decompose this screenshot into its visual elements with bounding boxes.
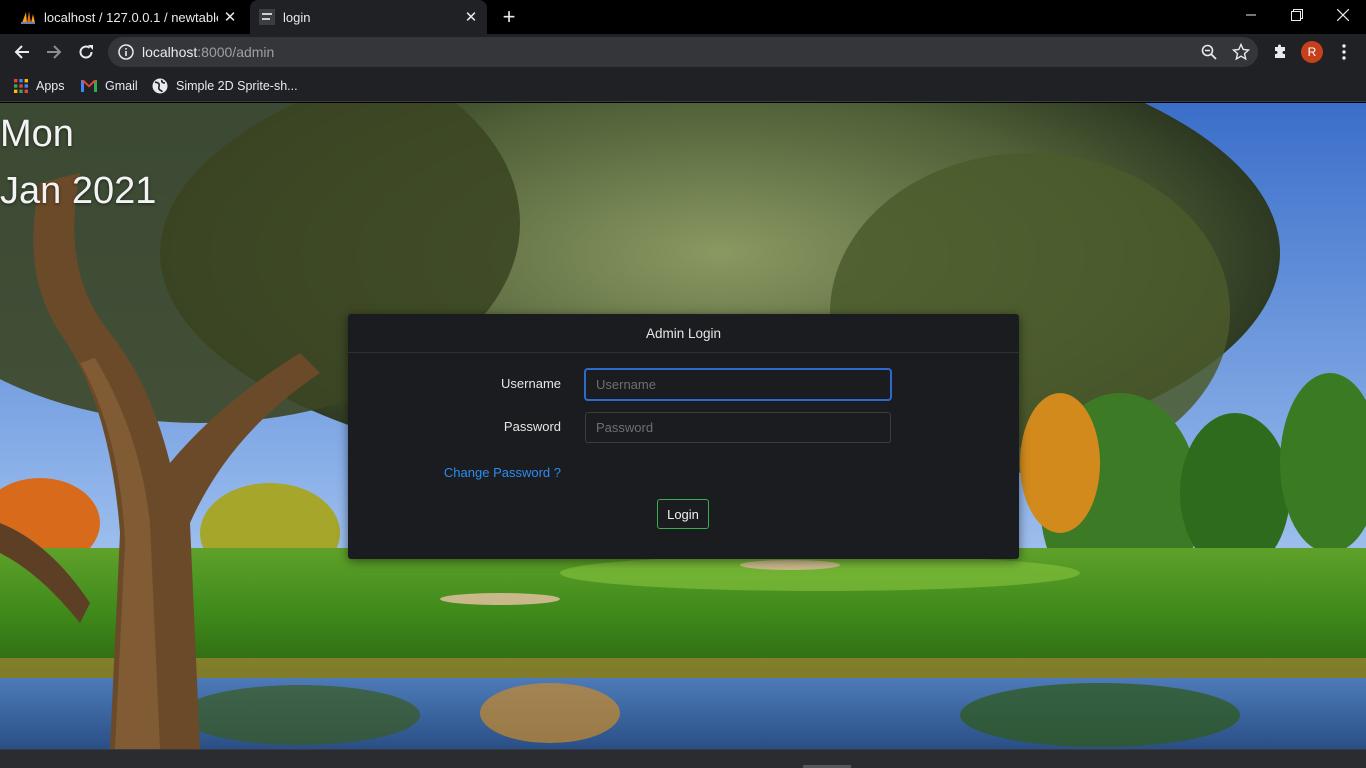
extensions-puzzle-icon[interactable] bbox=[1267, 39, 1293, 65]
info-icon[interactable] bbox=[118, 44, 134, 60]
star-bookmark-icon[interactable] bbox=[1232, 43, 1250, 61]
gmail-icon bbox=[81, 80, 97, 92]
zoom-icon[interactable] bbox=[1200, 43, 1218, 61]
date-month-year: Jan 2021 bbox=[0, 170, 157, 212]
page-thumbnail-icon bbox=[259, 9, 275, 25]
username-label: Username bbox=[501, 376, 561, 391]
bookmark-apps[interactable]: Apps bbox=[14, 77, 65, 95]
tab-login[interactable]: login ✕ bbox=[250, 0, 487, 34]
bookmark-sprite-sheet[interactable]: Simple 2D Sprite-sh... bbox=[152, 77, 298, 95]
url-path: :8000/admin bbox=[197, 44, 275, 60]
login-card-header: Admin Login bbox=[348, 314, 1019, 353]
bookmark-label: Simple 2D Sprite-sh... bbox=[176, 79, 298, 93]
change-password-link[interactable]: Change Password ? bbox=[444, 465, 561, 480]
admin-login-card: Admin Login Username Password Change Pas… bbox=[348, 314, 1019, 559]
page-viewport: Mon Jan 2021 Admin Login Username Passwo… bbox=[0, 103, 1366, 749]
tab-close-icon[interactable]: ✕ bbox=[222, 9, 238, 25]
url-text[interactable]: localhost:8000/admin bbox=[142, 44, 274, 60]
apps-grid-icon bbox=[14, 79, 28, 93]
browser-toolbar: localhost:8000/admin bbox=[0, 34, 1366, 70]
kebab-menu-icon[interactable] bbox=[1331, 39, 1357, 65]
username-row: Username bbox=[348, 369, 1019, 400]
date-day: Mon bbox=[0, 113, 74, 155]
globe-icon bbox=[152, 78, 168, 94]
login-button[interactable]: Login bbox=[657, 499, 709, 529]
tab-close-icon[interactable]: ✕ bbox=[463, 9, 479, 25]
address-bar[interactable]: localhost:8000/admin bbox=[108, 37, 1258, 67]
tab-title: login bbox=[283, 9, 311, 25]
reload-icon[interactable] bbox=[73, 39, 99, 65]
tab-title: localhost / 127.0.0.1 / newtable / bbox=[44, 9, 218, 25]
restore-icon[interactable] bbox=[1274, 0, 1320, 30]
plus-icon[interactable]: + bbox=[498, 6, 520, 28]
phpmyadmin-sail-icon bbox=[21, 11, 35, 24]
url-host: localhost bbox=[142, 44, 198, 60]
bookmarks-bar: Apps Gmail Simple 2D Sprite-sh... bbox=[0, 70, 1366, 102]
bookmark-label: Apps bbox=[36, 79, 65, 93]
avatar[interactable]: R bbox=[1301, 41, 1323, 63]
forward-arrow-icon[interactable] bbox=[41, 39, 67, 65]
username-input[interactable] bbox=[585, 369, 891, 400]
horizontal-scrollbar[interactable] bbox=[0, 749, 1366, 768]
back-arrow-icon[interactable] bbox=[9, 39, 35, 65]
password-label: Password bbox=[503, 419, 561, 434]
password-input[interactable] bbox=[585, 412, 891, 443]
bookmark-gmail[interactable]: Gmail bbox=[81, 77, 138, 95]
tab-strip: localhost / 127.0.0.1 / newtable / ✕ log… bbox=[0, 0, 1366, 34]
bookmark-label: Gmail bbox=[105, 79, 138, 93]
minimize-icon[interactable] bbox=[1228, 0, 1274, 30]
password-row: Password bbox=[348, 412, 1019, 443]
window-close-icon[interactable] bbox=[1320, 0, 1366, 30]
tab-phpmyadmin[interactable]: localhost / 127.0.0.1 / newtable / ✕ bbox=[0, 0, 246, 34]
